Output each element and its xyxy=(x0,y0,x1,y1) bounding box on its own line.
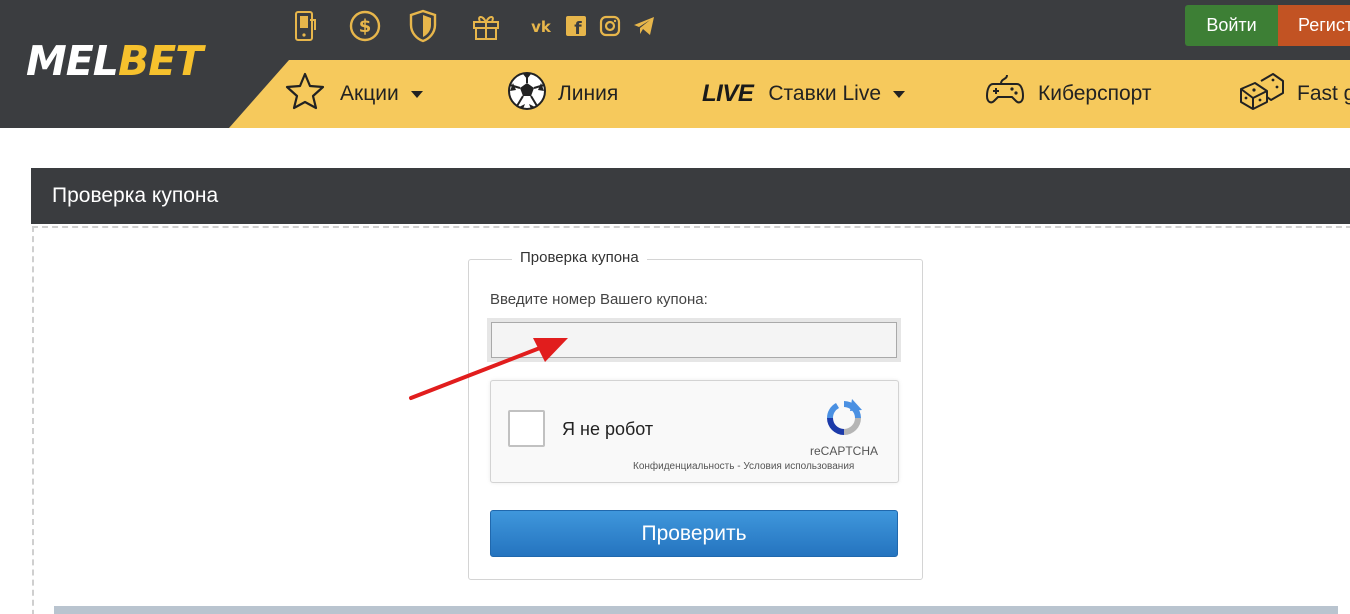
vk-icon[interactable]: vk xyxy=(527,17,555,35)
check-coupon-button[interactable]: Проверить xyxy=(490,510,898,557)
chevron-down-icon xyxy=(410,90,423,98)
nav-item-label: Акции xyxy=(340,82,399,105)
nav-item-line[interactable]: Линия xyxy=(507,60,618,128)
header-icon-row: $ vk f xyxy=(288,8,657,44)
facebook-icon[interactable]: f xyxy=(563,15,589,37)
melbet-logo[interactable]: MEL BET xyxy=(26,37,203,85)
nav-item-label: Киберспорт xyxy=(1038,82,1152,105)
mobile-app-icon[interactable] xyxy=(288,10,322,42)
recaptcha-brand: reCAPTCHA xyxy=(810,444,879,458)
soccer-ball-icon xyxy=(507,71,547,117)
instagram-icon[interactable] xyxy=(597,15,623,37)
gamepad-icon xyxy=(985,72,1025,116)
chevron-down-icon xyxy=(893,90,906,98)
shield-icon[interactable] xyxy=(407,9,439,43)
register-button[interactable]: Регистрация xyxy=(1278,5,1350,46)
logo-part-bet: BET xyxy=(117,37,203,85)
nav-item-fast-games[interactable]: Fast games xyxy=(1237,60,1350,128)
nav-item-live-bets[interactable]: LIVE Ставки Live xyxy=(702,60,906,128)
svg-text:vk: vk xyxy=(531,18,552,35)
svg-text:f: f xyxy=(574,19,582,37)
telegram-icon[interactable] xyxy=(631,15,657,37)
nav-item-label: Линия xyxy=(558,82,619,105)
star-icon xyxy=(285,72,325,116)
svg-text:$: $ xyxy=(359,16,372,37)
content-bottom-bar xyxy=(54,606,1338,614)
annotation-arrow-icon xyxy=(409,338,568,400)
logo-part-mel: MEL xyxy=(26,37,119,85)
recaptcha-checkbox[interactable] xyxy=(508,410,545,447)
fieldset-legend: Проверка купона xyxy=(512,249,647,266)
gift-icon[interactable] xyxy=(469,11,503,41)
dollar-coin-icon[interactable]: $ xyxy=(347,10,383,42)
live-badge: LIVE xyxy=(702,80,754,107)
dice-icon xyxy=(1237,71,1287,117)
recaptcha-links[interactable]: Конфиденциальность - Условия использован… xyxy=(633,461,854,472)
coupon-field-label: Введите номер Вашего купона: xyxy=(490,291,708,308)
recaptcha-logo-icon xyxy=(822,396,866,445)
nav-item-label: Ставки Live xyxy=(768,82,882,105)
nav-item-promotions[interactable]: Акции xyxy=(285,60,423,128)
login-button[interactable]: Войти xyxy=(1185,5,1278,46)
page-title: Проверка купона xyxy=(31,168,1350,224)
recaptcha-label: Я не робот xyxy=(562,419,654,439)
nav-item-label: Fast games xyxy=(1297,82,1350,105)
nav-item-esports[interactable]: Киберспорт xyxy=(985,60,1152,128)
